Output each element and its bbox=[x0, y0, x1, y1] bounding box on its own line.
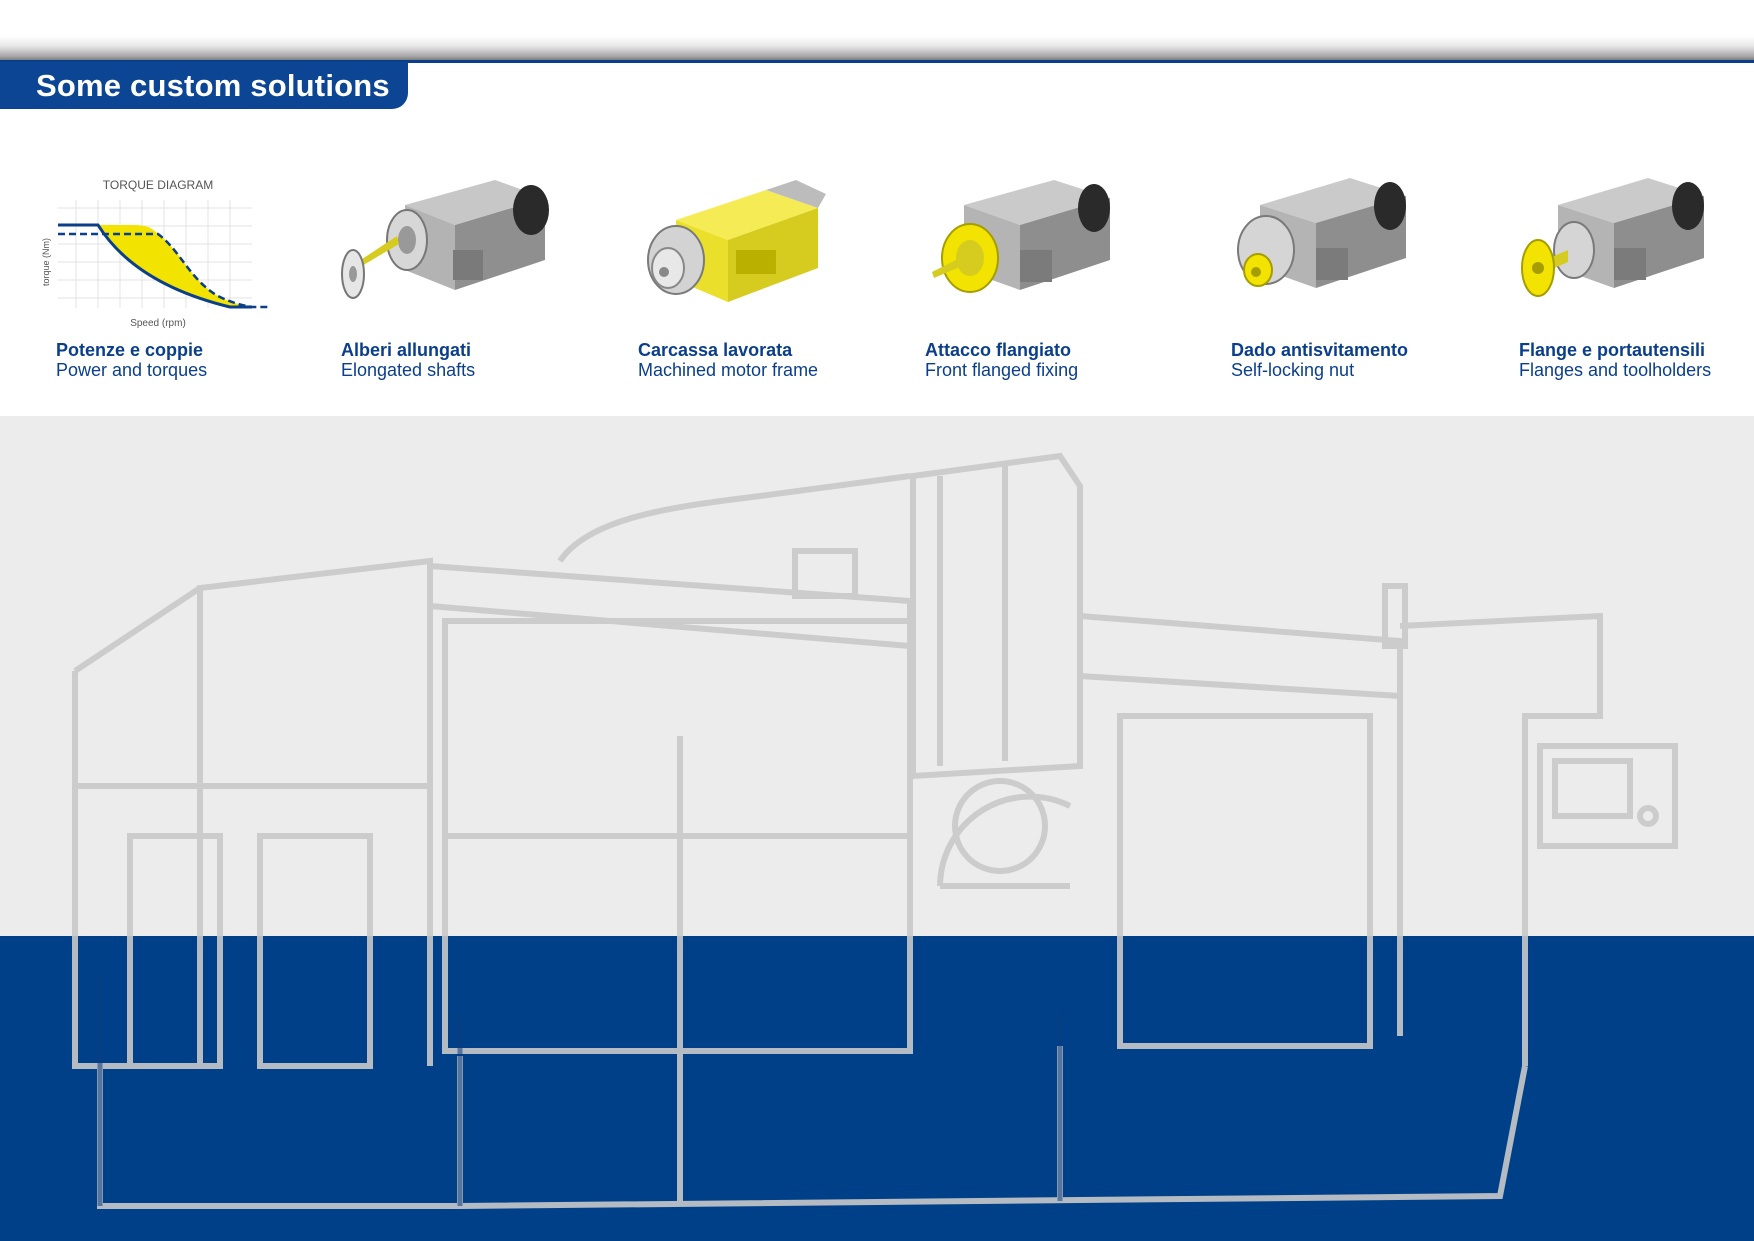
torque-diagram-title: TORQUE DIAGRAM bbox=[103, 178, 213, 192]
product-subtitle: Flanges and toolholders bbox=[1519, 360, 1712, 380]
product-subtitle: Elongated shafts bbox=[341, 360, 476, 380]
custom-solutions-strip: TORQUE DIAGRAM torque (Nm) Speed (rpm) P… bbox=[0, 150, 1754, 410]
product-title: Potenze e coppie bbox=[56, 340, 204, 360]
product-title: Carcassa lavorata bbox=[638, 340, 793, 360]
product-title: Flange e portautensili bbox=[1519, 340, 1706, 360]
torque-diagram: TORQUE DIAGRAM torque (Nm) Speed (rpm) bbox=[41, 178, 268, 329]
product-subtitle: Power and torques bbox=[56, 360, 208, 380]
front-flanged-image bbox=[932, 180, 1110, 293]
top-shadow-band bbox=[0, 0, 1754, 62]
section-title: Some custom solutions bbox=[36, 67, 390, 103]
product-title: Dado antisvitamento bbox=[1231, 340, 1409, 360]
product-front-flanged-fixing: Attacco flangiato Front flanged fixing bbox=[924, 150, 1164, 390]
section-header-tab: Some custom solutions bbox=[0, 62, 408, 109]
product-subtitle: Self-locking nut bbox=[1231, 360, 1355, 380]
torque-diagram-ylabel: torque (Nm) bbox=[41, 238, 51, 286]
machine-watermark-illustration bbox=[72, 452, 1678, 1209]
self-locking-nut-image bbox=[1237, 178, 1406, 288]
elongated-shaft-image bbox=[341, 180, 549, 299]
flanges-toolholders-image bbox=[1521, 178, 1704, 297]
product-subtitle: Machined motor frame bbox=[638, 360, 819, 380]
product-elongated-shafts: Alberi allungati Elongated shafts bbox=[335, 150, 575, 390]
product-flanges-toolholders: Flange e portautensili Flanges and toolh… bbox=[1518, 150, 1754, 390]
product-subtitle: Front flanged fixing bbox=[925, 360, 1079, 380]
product-power-torques: TORQUE DIAGRAM torque (Nm) Speed (rpm) P… bbox=[40, 150, 270, 390]
product-self-locking-nut: Dado antisvitamento Self-locking nut bbox=[1230, 150, 1470, 390]
product-title: Alberi allungati bbox=[341, 340, 472, 360]
machined-frame-image bbox=[647, 180, 826, 302]
product-machined-frame: Carcassa lavorata Machined motor frame bbox=[636, 150, 886, 390]
product-title: Attacco flangiato bbox=[925, 340, 1072, 360]
torque-diagram-xlabel: Speed (rpm) bbox=[130, 318, 186, 329]
torque-area-fill bbox=[98, 225, 252, 307]
